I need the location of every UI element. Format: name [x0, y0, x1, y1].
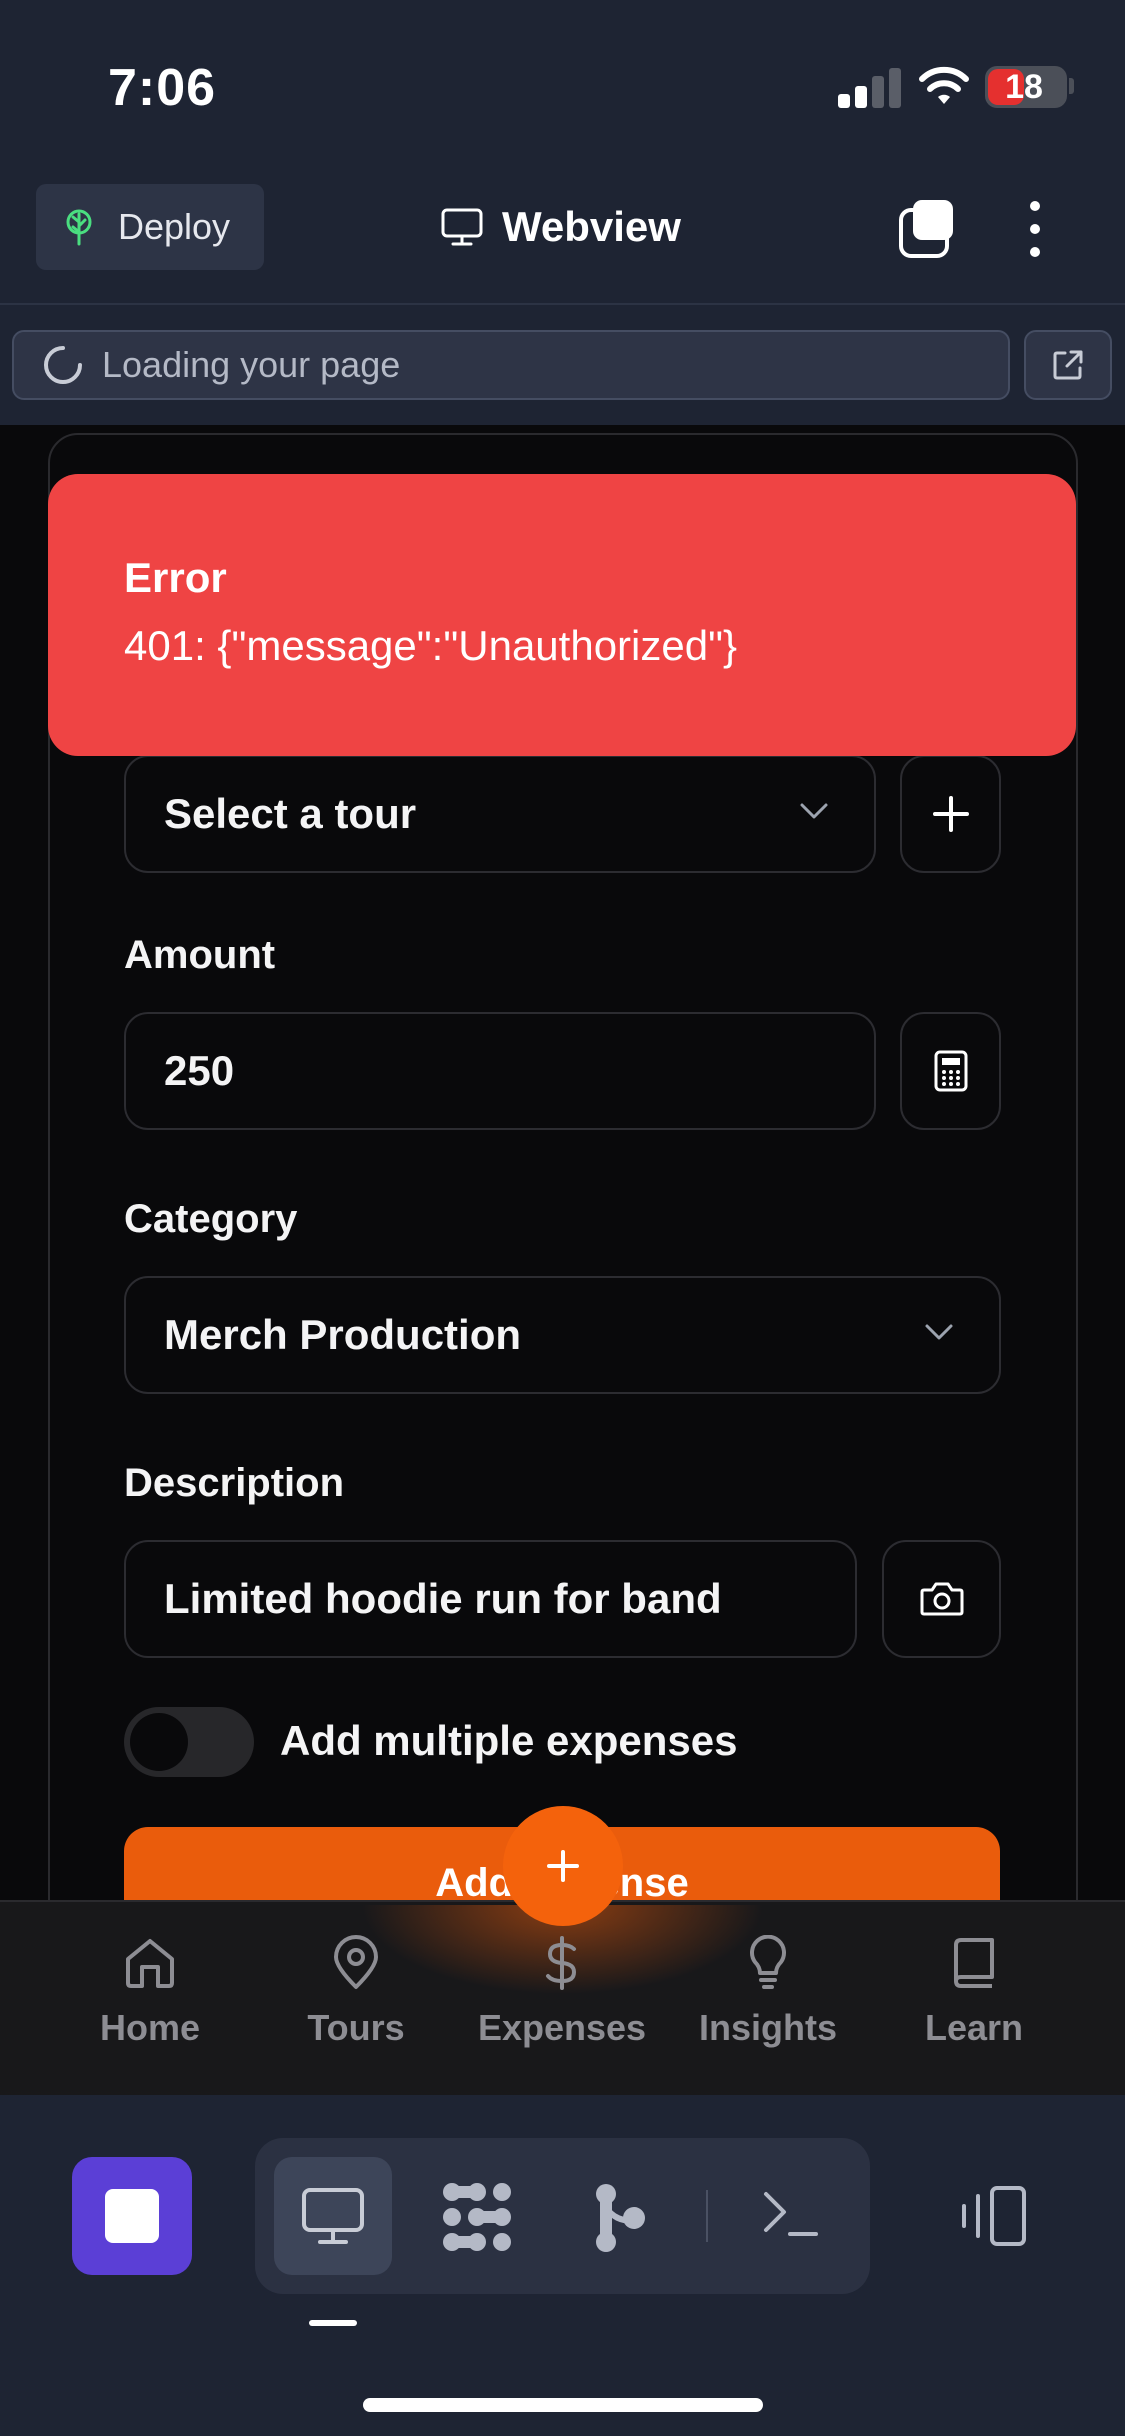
- home-indicator[interactable]: [363, 2398, 763, 2412]
- multiple-expenses-toggle[interactable]: [124, 1707, 254, 1777]
- nav-label-tours: Tours: [307, 2007, 405, 2048]
- device-layout-icon[interactable]: [958, 2184, 1030, 2248]
- open-external-button[interactable]: [1024, 330, 1112, 400]
- toolbar-divider: [0, 303, 1125, 305]
- amount-input[interactable]: 250: [124, 1012, 876, 1130]
- stop-icon: [105, 2189, 159, 2243]
- camera-button[interactable]: [882, 1540, 1001, 1658]
- description-label: Description: [124, 1461, 345, 1505]
- webview-title: Webview: [440, 196, 681, 258]
- book-icon: [954, 1938, 994, 1988]
- add-tour-button[interactable]: [900, 755, 1001, 873]
- tour-select[interactable]: Select a tour: [124, 755, 876, 873]
- agent-icon[interactable]: [438, 2178, 516, 2256]
- tabs-icon[interactable]: [895, 196, 961, 262]
- url-bar[interactable]: Loading your page: [12, 330, 1010, 400]
- add-fab-button[interactable]: [503, 1806, 623, 1926]
- home-icon: [126, 1939, 174, 1988]
- tour-select-value: Select a tour: [164, 790, 417, 837]
- nav-item-insights[interactable]: Insights: [678, 1935, 858, 2049]
- url-bar-text: Loading your page: [102, 344, 401, 385]
- nav-label-learn: Learn: [924, 2007, 1024, 2048]
- deploy-button[interactable]: Deploy: [36, 184, 264, 270]
- git-branch-icon[interactable]: [592, 2182, 648, 2254]
- nav-label-expenses: Expenses: [477, 2007, 647, 2048]
- nav-item-learn[interactable]: Learn: [884, 1935, 1064, 2049]
- category-value: Merch Production: [164, 1311, 522, 1358]
- description-input[interactable]: Limited hoodie run for band: [124, 1540, 857, 1658]
- battery-indicator: 18: [985, 66, 1067, 108]
- monitor-icon: [441, 208, 483, 246]
- calculator-button[interactable]: [900, 1012, 1001, 1130]
- lightbulb-icon: [750, 1935, 786, 1989]
- battery-nub: [1069, 78, 1074, 94]
- webview-title-label: Webview: [502, 203, 681, 250]
- multiple-expenses-label: Add multiple expenses: [280, 1717, 738, 1764]
- description-value: Limited hoodie run for band: [164, 1575, 722, 1622]
- active-tool-indicator: [309, 2320, 357, 2326]
- more-options-icon[interactable]: [1020, 196, 1050, 262]
- deploy-label: Deploy: [118, 206, 231, 247]
- toast-message: 401: {"message":"Unauthorized"}: [124, 622, 738, 669]
- category-label: Category: [124, 1197, 298, 1241]
- toast-title: Error: [124, 554, 227, 601]
- nav-item-home[interactable]: Home: [60, 1935, 240, 2049]
- nav-item-tours[interactable]: Tours: [266, 1935, 446, 2049]
- stop-button[interactable]: [72, 2157, 192, 2275]
- external-link-icon: [1053, 350, 1083, 380]
- map-pin-icon: [334, 1935, 378, 1989]
- cellular-signal-icon: [838, 64, 901, 108]
- monitor-icon: [302, 2188, 364, 2244]
- nav-item-expenses[interactable]: Expenses: [472, 1935, 652, 2049]
- camera-icon: [920, 1582, 963, 1616]
- amount-label: Amount: [124, 933, 276, 977]
- plus-icon: [932, 796, 969, 832]
- chevron-down-icon: [800, 803, 828, 819]
- status-time: 7:06: [108, 59, 217, 117]
- chevron-down-icon: [925, 1324, 953, 1340]
- calculator-icon: [934, 1050, 967, 1092]
- amount-value: 250: [164, 1047, 235, 1094]
- wifi-icon: [919, 66, 969, 104]
- error-toast[interactable]: Error 401: {"message":"Unauthorized"}: [48, 474, 1076, 756]
- nav-label-insights: Insights: [698, 2007, 837, 2048]
- plus-icon: [547, 1850, 579, 1882]
- loading-spinner-icon: [44, 346, 82, 384]
- nav-label-home: Home: [99, 2007, 201, 2048]
- dev-tools-separator: [706, 2190, 708, 2242]
- dollar-icon: [546, 1936, 577, 1990]
- category-select[interactable]: Merch Production: [124, 1276, 1001, 1394]
- tree-icon: [66, 209, 92, 246]
- terminal-icon[interactable]: [762, 2188, 820, 2240]
